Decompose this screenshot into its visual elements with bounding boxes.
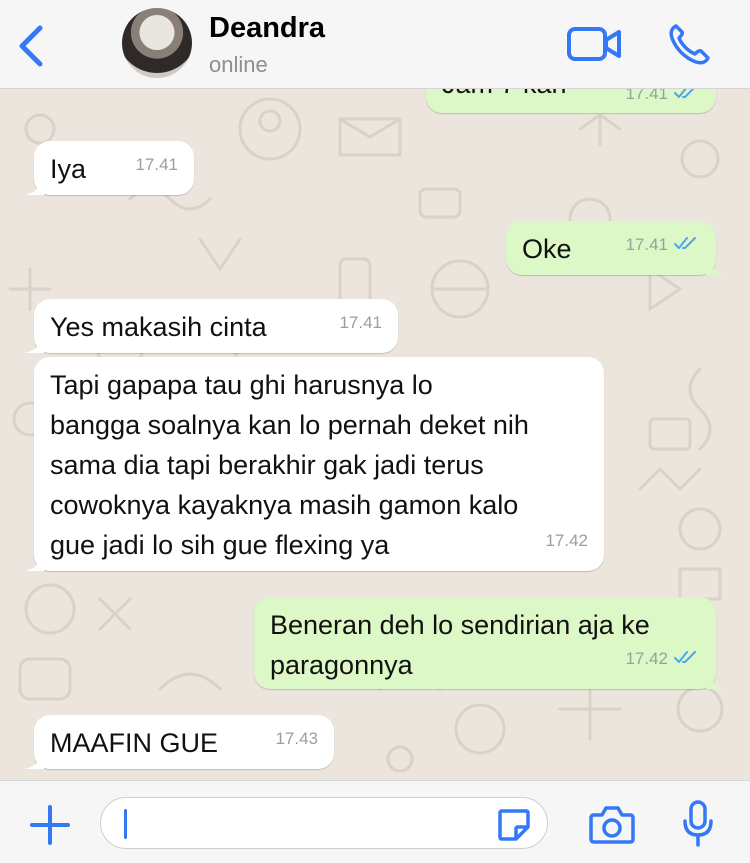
message-meta: 17.41 [625, 225, 700, 265]
message-input[interactable] [100, 797, 548, 849]
message-meta: 17.42 [625, 639, 700, 679]
bubble-tail [24, 333, 44, 353]
message-time: 17.41 [339, 313, 382, 332]
read-receipt-icon [674, 639, 700, 679]
message-meta: 17.41 [135, 145, 178, 185]
read-receipt-icon [674, 225, 700, 265]
message-meta: 17.43 [275, 719, 318, 759]
chevron-left-icon[interactable] [14, 24, 50, 68]
message-meta: 17.41 [625, 89, 700, 109]
text-caret [124, 809, 127, 839]
input-bar [0, 780, 750, 863]
message-meta: 17.41 [339, 303, 382, 343]
message-bubble-incoming[interactable]: Tapi gapapa tau ghi harusnya lo bangga s… [24, 357, 604, 571]
read-receipt-icon [674, 89, 700, 109]
sticker-icon[interactable] [496, 807, 532, 843]
phone-icon[interactable] [666, 22, 712, 66]
bubble-tail [706, 255, 726, 275]
bubble-tail [706, 669, 726, 689]
message-bubble-incoming[interactable]: MAAFIN GUE 17.43 [24, 715, 334, 769]
message-time: 17.41 [625, 89, 668, 103]
bubble-tail [24, 551, 44, 571]
plus-icon[interactable] [28, 803, 72, 847]
bubble-tail [24, 175, 44, 195]
message-time: 17.42 [625, 649, 668, 668]
chat-header: Deandra online [0, 0, 750, 89]
message-bubble-outgoing[interactable]: Jam 7 kan17.41 [426, 89, 716, 113]
message-text: Yes makasih cinta [50, 312, 267, 342]
message-meta: 17.42 [545, 521, 588, 561]
message-text: Tapi gapapa tau ghi harusnya lo bangga s… [50, 370, 529, 560]
avatar[interactable] [122, 8, 192, 78]
camera-icon[interactable] [588, 803, 636, 845]
bubble-tail [24, 749, 44, 769]
message-time: 17.41 [135, 155, 178, 174]
microphone-icon[interactable] [680, 799, 716, 849]
message-time: 17.43 [275, 729, 318, 748]
message-bubble-outgoing[interactable]: Beneran deh lo sendirian aja ke paragonn… [254, 597, 726, 689]
contact-name[interactable]: Deandra [209, 12, 325, 45]
message-bubble-incoming[interactable]: Yes makasih cinta 17.41 [24, 299, 398, 353]
message-bubble-outgoing[interactable]: Oke 17.41 [506, 221, 726, 275]
message-time: 17.42 [545, 531, 588, 550]
chat-area[interactable]: Jam 7 kan17.41 Iya17.41 Oke17.41 Yes makasi… [0, 89, 750, 779]
contact-status: online [209, 52, 268, 77]
message-bubble-incoming[interactable]: Iya 17.41 [24, 141, 194, 195]
message-time: 17.41 [625, 235, 668, 254]
video-icon[interactable] [566, 24, 622, 64]
